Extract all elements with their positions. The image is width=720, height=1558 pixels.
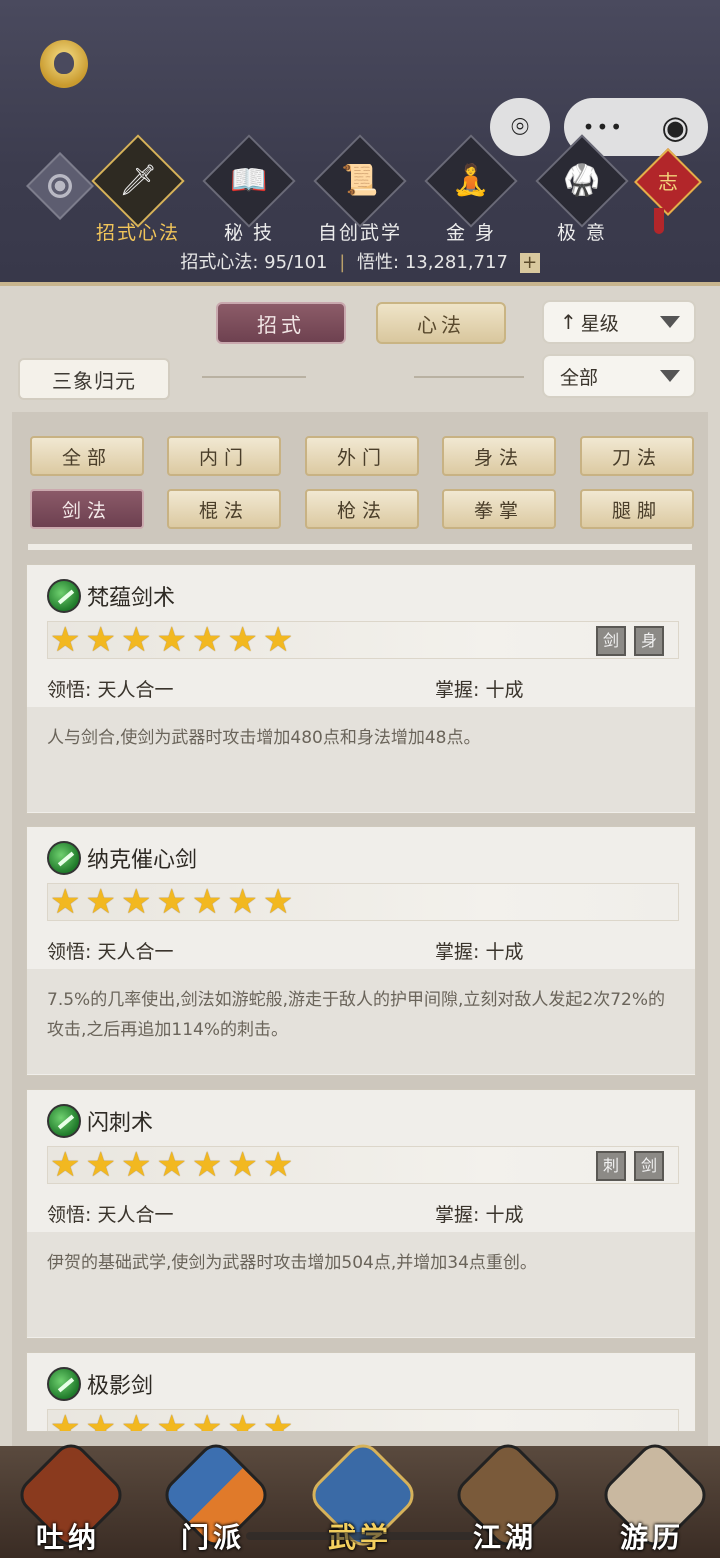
divider-ornament xyxy=(414,376,524,378)
insight-value: 天人合一 xyxy=(97,941,174,963)
tab-zhaoshi-xinfa[interactable]: 🗡 招式心法 xyxy=(91,134,185,245)
star-rating: ★★★★★★★ 剑 身 xyxy=(47,621,679,659)
skill-description: 伊贺的基础武学,使剑为武器时攻击增加504点,并增加34点重创。 xyxy=(47,1253,537,1273)
tab-zichuang-wuxue[interactable]: 📜 自创武学 xyxy=(313,134,407,245)
mastery-label: 掌握: xyxy=(435,1204,480,1226)
skill-card[interactable]: 极影剑 ★★★★★★★ xyxy=(26,1352,696,1432)
charm-icon: 志 xyxy=(658,170,678,194)
book-icon: 📖 xyxy=(230,163,268,198)
stats-label: 招式心法: xyxy=(180,252,259,273)
scroll-brush-icon: 📜 xyxy=(341,163,379,198)
top-tabs: 🗡 招式心法 📖 秘 技 📜 自创武学 🧘 金 身 🥋 极 意 xyxy=(91,134,656,244)
meditation-icon: 🧘 xyxy=(452,163,490,198)
category-daofa[interactable]: 刀法 xyxy=(580,436,694,476)
add-insight-button[interactable]: + xyxy=(519,253,540,273)
avatar-icon[interactable] xyxy=(40,40,88,88)
skill-name: 纳克催心剑 xyxy=(87,848,198,873)
category-tuijiao[interactable]: 腿脚 xyxy=(580,489,694,529)
close-target-icon[interactable]: ◉ xyxy=(661,108,689,146)
home-indicator[interactable] xyxy=(246,1532,474,1540)
tab-miji[interactable]: 📖 秘 技 xyxy=(202,134,296,245)
stats-bar: 招式心法: 95/101 | 悟性: 13,281,717 + xyxy=(0,248,720,274)
insight-value: 13,281,717 xyxy=(404,252,508,273)
divider-ornament xyxy=(202,376,306,378)
more-menu-icon[interactable]: ••• xyxy=(583,115,624,139)
insight-value: 天人合一 xyxy=(97,1204,174,1226)
header: ⌾ ••• ◉ 🗡 招式心法 📖 秘 技 📜 自创武学 🧘 金 身 🥋 极 意 … xyxy=(0,0,720,286)
scope-button[interactable]: 三象归元 xyxy=(18,358,170,400)
insight-label: 悟性: xyxy=(357,252,400,273)
bottom-nav: 吐纳 门派 武学 江湖 游历 xyxy=(0,1437,720,1558)
skill-name: 闪刺术 xyxy=(87,1111,154,1136)
nav-youli[interactable]: 游历 xyxy=(597,1437,713,1558)
star-rating: ★★★★★★★ xyxy=(47,1408,679,1432)
skill-description: 人与剑合,使剑为武器时攻击增加480点和身法增加48点。 xyxy=(47,728,481,748)
category-jianfa[interactable]: 剑法 xyxy=(30,489,144,529)
divider: | xyxy=(339,252,346,273)
sword-skill-icon xyxy=(47,1367,81,1401)
nav-tuna[interactable]: 吐纳 xyxy=(13,1437,129,1558)
nav-jianghu[interactable]: 江湖 xyxy=(450,1437,566,1558)
sort-arrow-icon: ↑ xyxy=(560,310,577,334)
star-rating: ★★★★★★★ xyxy=(47,883,679,921)
category-waimen[interactable]: 外门 xyxy=(305,436,419,476)
insight-label: 领悟: xyxy=(47,1204,92,1226)
skill-description: 7.5%的几率使出,剑法如游蛇般,游走于敌人的护甲间隙,立刻对敌人发起2次72%… xyxy=(47,990,666,1040)
tab-jiyi[interactable]: 🥋 极 意 xyxy=(535,134,629,245)
stars: ★★★★★★★ xyxy=(50,620,299,660)
martial-pose-icon: 🥋 xyxy=(563,163,601,198)
body-technique-icon[interactable]: 身 xyxy=(634,626,664,656)
list-top-edge xyxy=(28,544,692,550)
eye-icon xyxy=(48,174,72,198)
sword-weapon-icon[interactable]: 剑 xyxy=(596,626,626,656)
stars: ★★★★★★★ xyxy=(50,882,299,922)
category-all[interactable]: 全部 xyxy=(30,436,144,476)
skill-card[interactable]: 纳克催心剑 ★★★★★★★ 领悟: 天人合一 掌握: 十成 7.5%的几率使出,… xyxy=(26,826,696,1076)
stats-value: 95/101 xyxy=(264,252,328,273)
sword-skill-icon xyxy=(47,841,81,875)
category-qiangfa[interactable]: 枪法 xyxy=(305,489,419,529)
sword-skill-icon xyxy=(47,1104,81,1138)
skill-name: 极影剑 xyxy=(87,1374,154,1399)
sort-label: 星级 xyxy=(580,312,619,335)
nav-menpai[interactable]: 门派 xyxy=(158,1437,274,1558)
category-neimen[interactable]: 内门 xyxy=(167,436,281,476)
tab-xinfa[interactable]: 心法 xyxy=(376,302,506,344)
chevron-down-icon xyxy=(660,370,680,382)
chevron-down-icon xyxy=(660,316,680,328)
nav-wuxue[interactable]: 武学 xyxy=(305,1437,421,1558)
range-label: 全部 xyxy=(560,366,599,389)
stars: ★★★★★★★ xyxy=(50,1145,299,1185)
sword-skill-icon xyxy=(47,579,81,613)
pierce-icon[interactable]: 刺 xyxy=(596,1151,626,1181)
nav-label: 游历 xyxy=(619,1521,684,1554)
range-dropdown[interactable]: 全部 xyxy=(542,354,696,398)
category-shenfa[interactable]: 身法 xyxy=(442,436,556,476)
skill-name: 梵蕴剑术 xyxy=(87,586,176,611)
star-rating: ★★★★★★★ 刺 剑 xyxy=(47,1146,679,1184)
sort-dropdown[interactable]: ↑ 星级 xyxy=(542,300,696,344)
insight-label: 领悟: xyxy=(47,941,92,963)
tab-zhaoshi[interactable]: 招式 xyxy=(216,302,346,344)
mastery-label: 掌握: xyxy=(435,941,480,963)
sword-icon: 🗡 xyxy=(118,163,158,198)
skill-card[interactable]: 闪刺术 ★★★★★★★ 刺 剑 领悟: 天人合一 掌握: 十成 伊贺的基础武学,… xyxy=(26,1089,696,1339)
category-quanzhang[interactable]: 拳掌 xyxy=(442,489,556,529)
mastery-value: 十成 xyxy=(485,941,524,963)
tab-jinshen[interactable]: 🧘 金 身 xyxy=(424,134,518,245)
stars: ★★★★★★★ xyxy=(50,1408,299,1432)
mastery-value: 十成 xyxy=(485,679,524,701)
category-gunfa[interactable]: 棍法 xyxy=(167,489,281,529)
insight-label: 领悟: xyxy=(47,679,92,701)
insight-value: 天人合一 xyxy=(97,679,174,701)
eye-toggle-button[interactable] xyxy=(26,152,94,220)
sword-weapon-icon[interactable]: 剑 xyxy=(634,1151,664,1181)
tassel-decoration xyxy=(654,208,664,234)
skill-card[interactable]: 梵蕴剑术 ★★★★★★★ 剑 身 领悟: 天人合一 掌握: 十成 人与剑合,使剑… xyxy=(26,564,696,814)
nav-label: 吐纳 xyxy=(35,1521,100,1554)
mastery-label: 掌握: xyxy=(435,679,480,701)
mastery-value: 十成 xyxy=(485,1204,524,1226)
